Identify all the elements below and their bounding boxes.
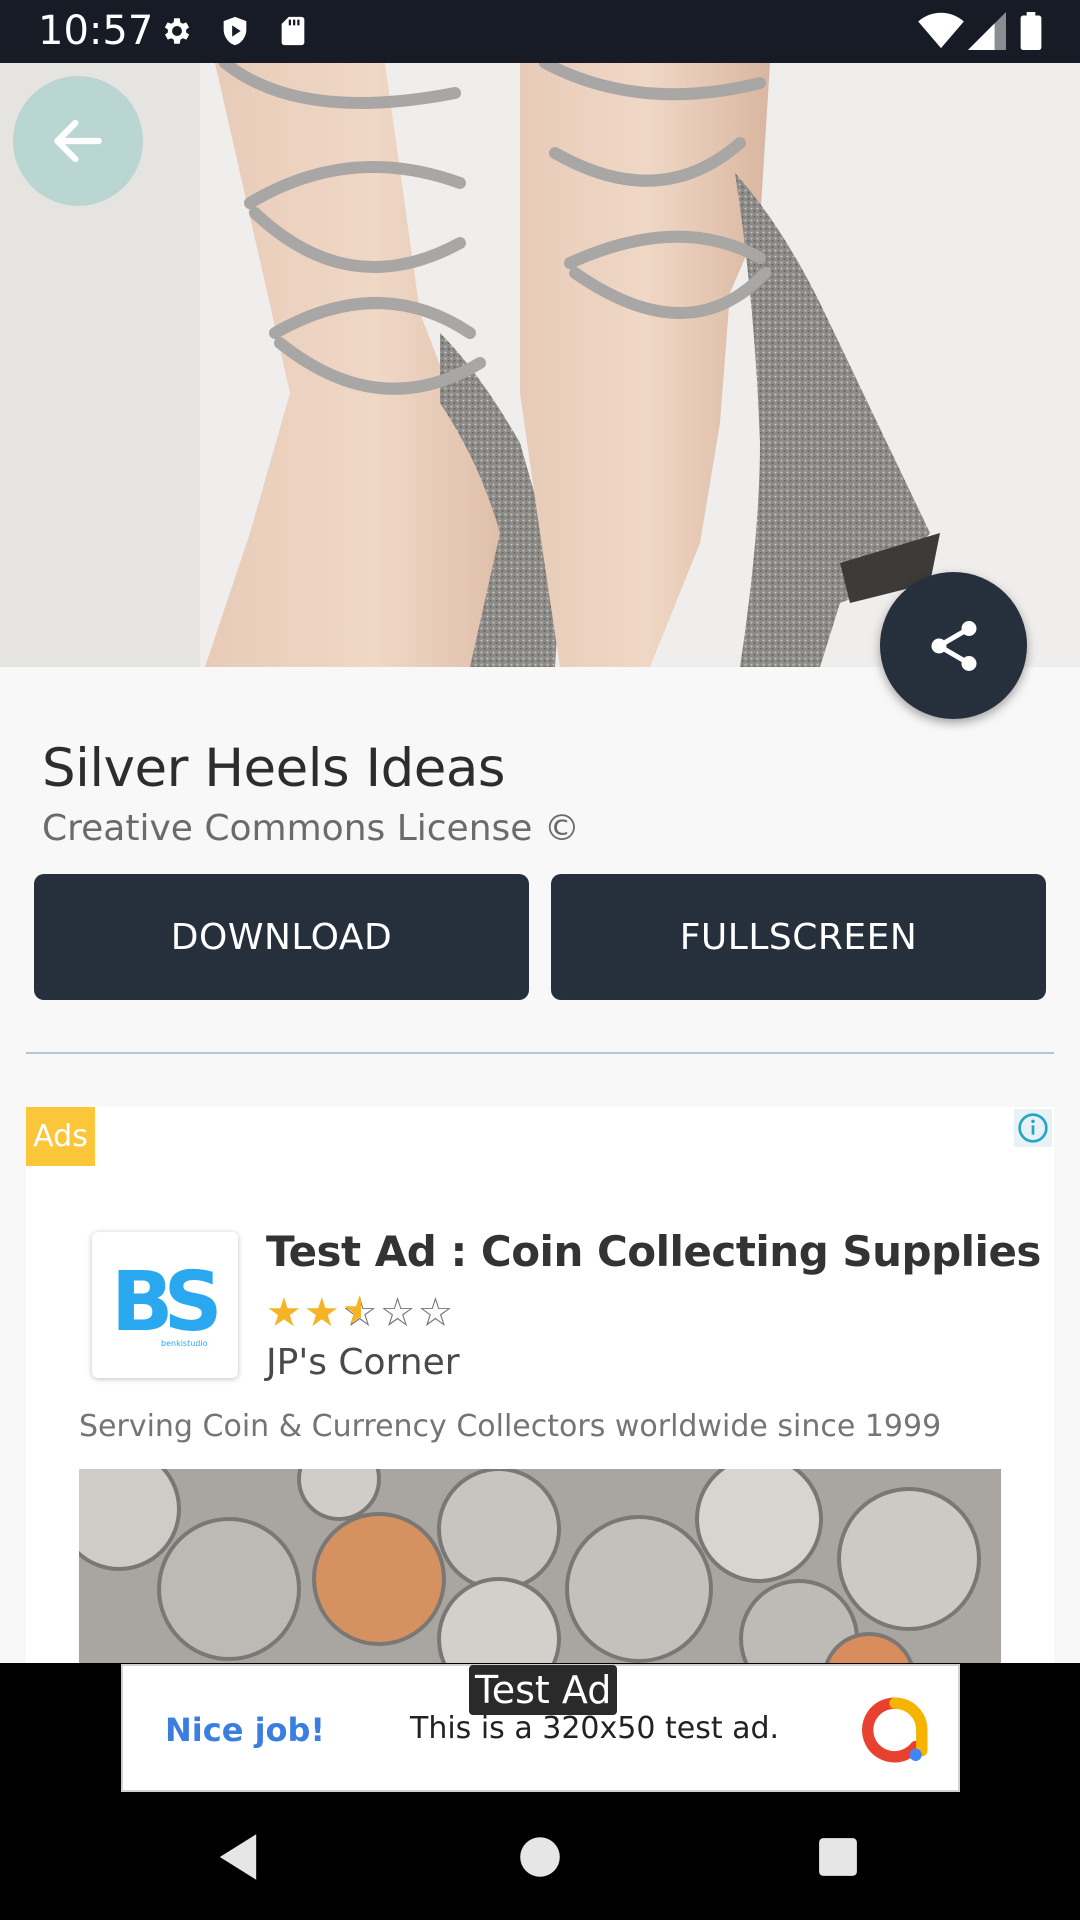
- ad-advertiser: JP's Corner: [266, 1342, 460, 1383]
- heels-photo: [0, 63, 1080, 667]
- banner-ad-text: This is a 320x50 test ad.: [410, 1711, 780, 1746]
- fullscreen-button[interactable]: FULLSCREEN: [551, 874, 1046, 1000]
- svg-text:benkistudio: benkistudio: [161, 1339, 208, 1348]
- download-button[interactable]: DOWNLOAD: [34, 874, 529, 1000]
- star-outline-icon: ☆: [417, 1291, 456, 1335]
- svg-text:BS: BS: [111, 1260, 218, 1350]
- star-icon: ★: [303, 1291, 342, 1335]
- status-bar: 10:57: [0, 0, 1080, 63]
- gear-icon: [164, 18, 190, 44]
- ads-badge: Ads: [26, 1107, 95, 1166]
- ad-logo: BS benkistudio: [92, 1232, 238, 1378]
- banner-ad-tag: Test Ad: [469, 1665, 618, 1715]
- native-ad[interactable]: Ads BS benkistudio Test Ad : Coin Collec…: [26, 1107, 1054, 1667]
- arrow-left-icon: [54, 119, 102, 163]
- ad-rating: ★★☆★☆☆: [266, 1291, 456, 1335]
- status-time: 10:57: [38, 8, 154, 54]
- wifi-icon: [918, 12, 964, 49]
- wallpaper-title: Silver Heels Ideas: [42, 738, 505, 799]
- info-icon: [1018, 1113, 1048, 1143]
- wallpaper-image[interactable]: [0, 63, 1080, 667]
- back-button[interactable]: [13, 76, 143, 206]
- navigation-bar: [0, 1797, 1080, 1920]
- ad-body: Serving Coin & Currency Collectors world…: [79, 1409, 942, 1444]
- ad-logo-image: BS benkistudio: [111, 1260, 225, 1350]
- screen: 10:57 Silver Heels Ideas Creative Common…: [0, 0, 1080, 1920]
- triangle-back-icon: [219, 1834, 257, 1880]
- circle-home-icon: [520, 1837, 560, 1877]
- nav-recents-button[interactable]: [808, 1827, 868, 1887]
- coins-photo: [79, 1469, 1001, 1667]
- banner-ad-nice: Nice job!: [165, 1711, 326, 1749]
- star-icon: ★: [266, 1291, 304, 1335]
- nav-back-button[interactable]: [208, 1827, 268, 1887]
- divider: [26, 1052, 1054, 1054]
- star-outline-icon: ☆: [379, 1291, 418, 1335]
- share-icon: [931, 620, 976, 671]
- license-text: Creative Commons License ©: [42, 808, 580, 849]
- ads-logo-icon: [862, 1697, 928, 1763]
- ad-media-image[interactable]: [79, 1469, 1001, 1667]
- share-button[interactable]: [880, 572, 1027, 719]
- ad-info-icon[interactable]: [1014, 1109, 1052, 1147]
- sd-card-icon: [281, 16, 305, 46]
- ad-headline[interactable]: Test Ad : Coin Collecting Supplies: [266, 1227, 1041, 1276]
- battery-icon: [1020, 12, 1042, 50]
- signal-icon: [968, 12, 1006, 50]
- nav-home-button[interactable]: [510, 1827, 570, 1887]
- square-recents-icon: [819, 1838, 857, 1876]
- shield-icon: [223, 16, 247, 46]
- half-star-icon: ☆★: [341, 1291, 380, 1335]
